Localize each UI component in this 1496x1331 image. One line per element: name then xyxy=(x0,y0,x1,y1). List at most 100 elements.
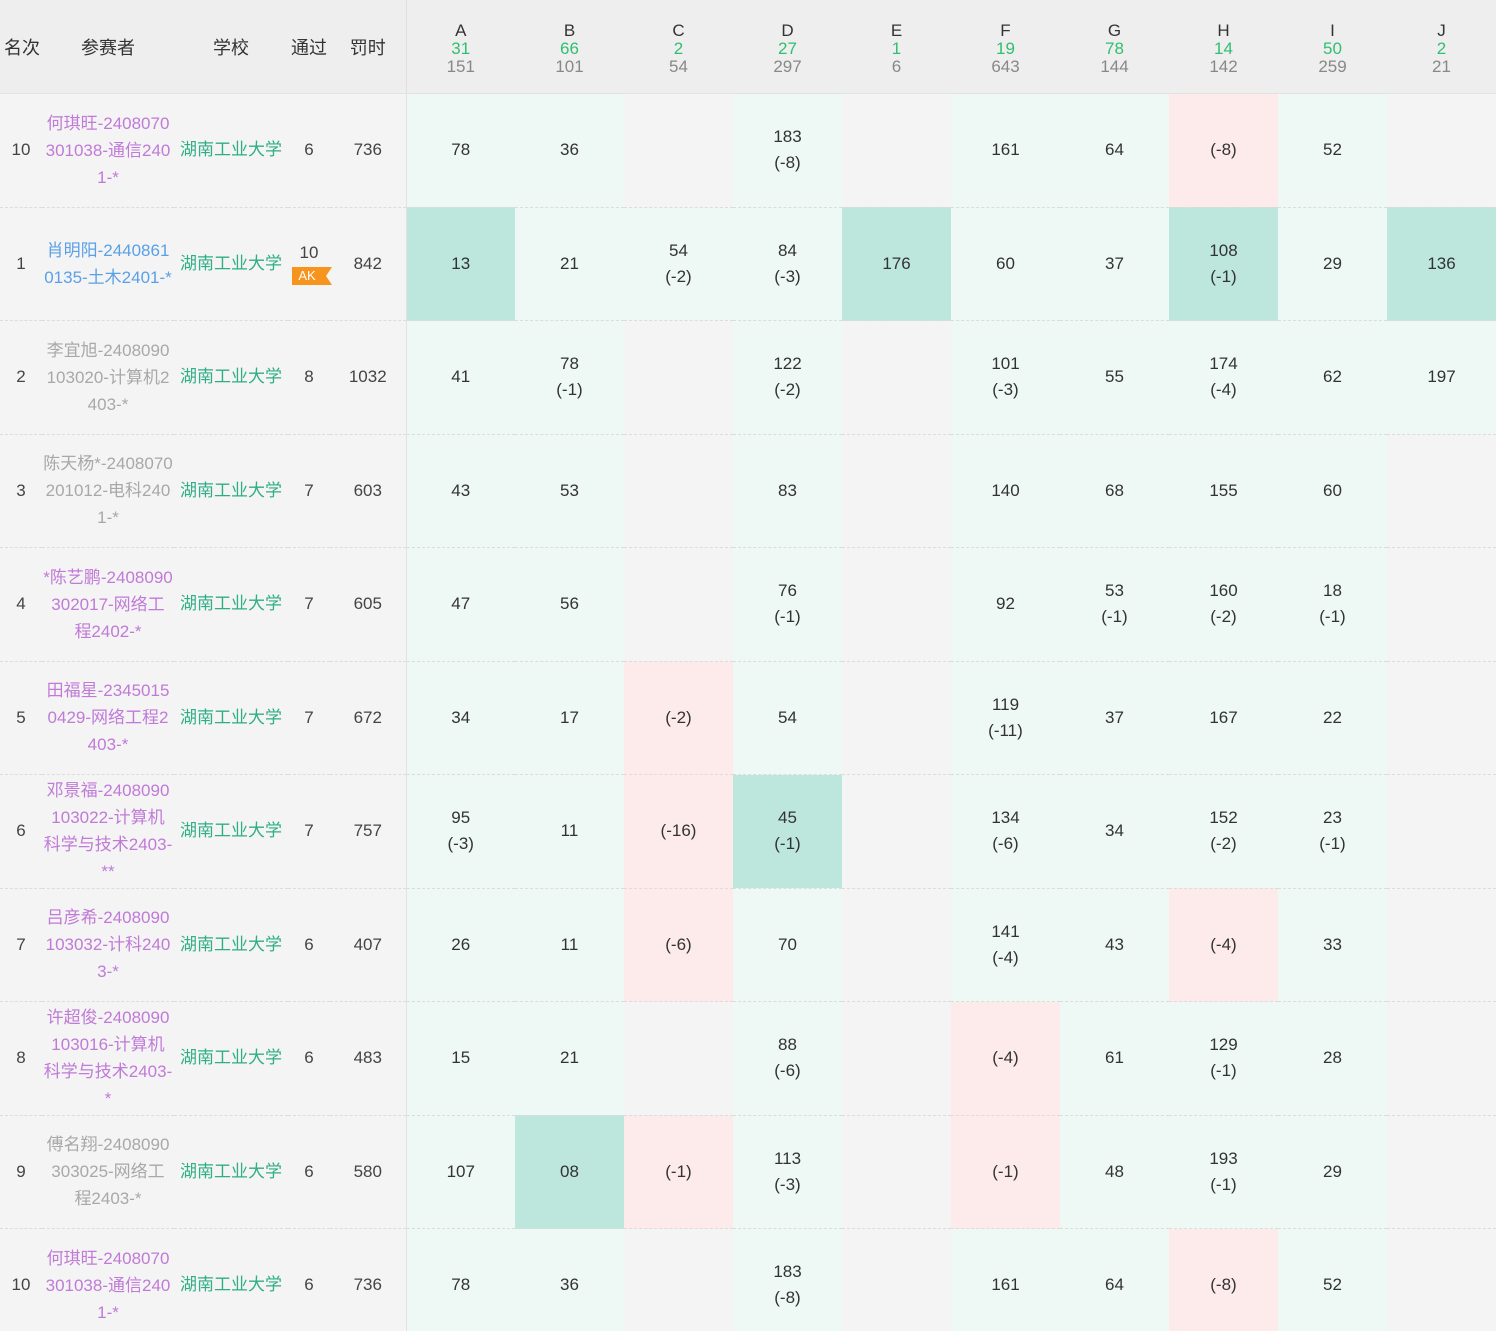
problem-cell-a[interactable]: 41 xyxy=(405,320,515,435)
problem-cell-b[interactable]: 56 xyxy=(515,547,624,662)
problem-cell-g[interactable]: 53 (-1) xyxy=(1060,547,1169,662)
participant-name[interactable]: 肖明阳-24408610135-土木2401-* xyxy=(42,207,174,321)
problem-cell-c[interactable]: 54 (-2) xyxy=(624,207,733,321)
problem-cell-d[interactable]: 54 xyxy=(733,661,842,775)
participant-name[interactable]: 傅名翔-2408090303025-网络工程2403-* xyxy=(42,1115,174,1229)
problem-cell-j[interactable] xyxy=(1387,93,1496,208)
problem-cell-f[interactable]: 60 xyxy=(951,207,1060,321)
problem-cell-j[interactable] xyxy=(1387,434,1496,548)
problem-header-i[interactable]: I 50 259 xyxy=(1278,0,1387,94)
problem-cell-g[interactable]: 61 xyxy=(1060,1001,1169,1116)
problem-cell-a[interactable]: 26 xyxy=(405,888,515,1002)
problem-cell-e[interactable] xyxy=(842,774,951,889)
header-rank[interactable]: 名次 xyxy=(0,0,42,94)
problem-cell-f[interactable]: (-1) xyxy=(951,1115,1060,1229)
problem-cell-b[interactable]: 21 xyxy=(515,207,624,321)
problem-cell-c[interactable]: (-2) xyxy=(624,661,733,775)
problem-cell-d[interactable]: 88 (-6) xyxy=(733,1001,842,1116)
participant-name[interactable]: 田福星-23450150429-网络工程2403-* xyxy=(42,661,174,775)
problem-cell-f[interactable]: 140 xyxy=(951,434,1060,548)
problem-header-j[interactable]: J 2 21 xyxy=(1387,0,1496,94)
participant-name[interactable]: 何琪旺-2408070301038-通信2401-* xyxy=(42,93,174,208)
problem-cell-j[interactable] xyxy=(1387,547,1496,662)
problem-cell-j[interactable]: 197 xyxy=(1387,320,1496,435)
problem-cell-g[interactable]: 37 xyxy=(1060,207,1169,321)
problem-cell-c[interactable] xyxy=(624,320,733,435)
problem-cell-i[interactable]: 33 xyxy=(1278,888,1387,1002)
problem-cell-b[interactable]: 78 (-1) xyxy=(515,320,624,435)
participant-name[interactable]: 邓景福-2408090103022-计算机科学与技术2403-** xyxy=(42,774,174,889)
problem-cell-g[interactable]: 34 xyxy=(1060,774,1169,889)
problem-cell-e[interactable] xyxy=(842,93,951,208)
problem-cell-e[interactable] xyxy=(842,661,951,775)
problem-cell-j[interactable] xyxy=(1387,774,1496,889)
problem-cell-e[interactable] xyxy=(842,1228,951,1331)
problem-cell-c[interactable] xyxy=(624,1228,733,1331)
participant-name[interactable]: 李宜旭-2408090103020-计算机2403-* xyxy=(42,320,174,435)
problem-cell-e[interactable] xyxy=(842,888,951,1002)
problem-cell-a[interactable]: 47 xyxy=(405,547,515,662)
problem-cell-i[interactable]: 62 xyxy=(1278,320,1387,435)
problem-header-f[interactable]: F 19 643 xyxy=(951,0,1060,94)
problem-cell-i[interactable]: 60 xyxy=(1278,434,1387,548)
problem-cell-f[interactable]: 92 xyxy=(951,547,1060,662)
problem-cell-h[interactable]: (-8) xyxy=(1169,93,1278,208)
problem-cell-g[interactable]: 64 xyxy=(1060,1228,1169,1331)
problem-cell-i[interactable]: 23 (-1) xyxy=(1278,774,1387,889)
problem-cell-h[interactable]: 174 (-4) xyxy=(1169,320,1278,435)
problem-cell-e[interactable] xyxy=(842,547,951,662)
participant-name[interactable]: 许超俊-2408090103016-计算机科学与技术2403-* xyxy=(42,1001,174,1116)
problem-cell-c[interactable] xyxy=(624,434,733,548)
problem-cell-b[interactable]: 17 xyxy=(515,661,624,775)
participant-name[interactable]: 何琪旺-2408070301038-通信2401-* xyxy=(42,1228,174,1331)
problem-cell-g[interactable]: 68 xyxy=(1060,434,1169,548)
problem-cell-g[interactable]: 55 xyxy=(1060,320,1169,435)
problem-cell-f[interactable]: 134 (-6) xyxy=(951,774,1060,889)
problem-cell-g[interactable]: 48 xyxy=(1060,1115,1169,1229)
problem-cell-a[interactable]: 78 xyxy=(405,93,515,208)
problem-cell-a[interactable]: 15 xyxy=(405,1001,515,1116)
problem-cell-h[interactable]: 108 (-1) xyxy=(1169,207,1278,321)
problem-header-a[interactable]: A 31 151 xyxy=(405,0,515,94)
problem-cell-i[interactable]: 29 xyxy=(1278,1115,1387,1229)
problem-cell-e[interactable]: 176 xyxy=(842,207,951,321)
problem-cell-j[interactable] xyxy=(1387,1115,1496,1229)
problem-header-e[interactable]: E16 xyxy=(842,0,951,94)
problem-cell-f[interactable]: 141 (-4) xyxy=(951,888,1060,1002)
problem-cell-h[interactable]: (-4) xyxy=(1169,888,1278,1002)
problem-cell-f[interactable]: 161 xyxy=(951,1228,1060,1331)
problem-cell-c[interactable] xyxy=(624,93,733,208)
problem-cell-j[interactable] xyxy=(1387,1228,1496,1331)
problem-cell-d[interactable]: 113 (-3) xyxy=(733,1115,842,1229)
problem-cell-e[interactable] xyxy=(842,1001,951,1116)
problem-cell-e[interactable] xyxy=(842,1115,951,1229)
problem-cell-g[interactable]: 37 xyxy=(1060,661,1169,775)
problem-cell-g[interactable]: 43 xyxy=(1060,888,1169,1002)
problem-cell-d[interactable]: 84 (-3) xyxy=(733,207,842,321)
problem-cell-i[interactable]: 52 xyxy=(1278,1228,1387,1331)
problem-cell-i[interactable]: 28 xyxy=(1278,1001,1387,1116)
participant-name[interactable]: 陈天杨*-2408070201012-电科2401-* xyxy=(42,434,174,548)
problem-cell-f[interactable]: 101 (-3) xyxy=(951,320,1060,435)
problem-cell-h[interactable]: 193 (-1) xyxy=(1169,1115,1278,1229)
problem-cell-b[interactable]: 08 xyxy=(515,1115,624,1229)
problem-cell-j[interactable]: 136 xyxy=(1387,207,1496,321)
problem-cell-b[interactable]: 11 xyxy=(515,888,624,1002)
header-penalty[interactable]: 罚时 xyxy=(330,0,406,94)
problem-cell-e[interactable] xyxy=(842,320,951,435)
problem-cell-d[interactable]: 70 xyxy=(733,888,842,1002)
problem-cell-d[interactable]: 122 (-2) xyxy=(733,320,842,435)
problem-cell-a[interactable]: 95 (-3) xyxy=(405,774,515,889)
problem-header-g[interactable]: G 78 144 xyxy=(1060,0,1169,94)
problem-cell-d[interactable]: 76 (-1) xyxy=(733,547,842,662)
problem-cell-c[interactable]: (-6) xyxy=(624,888,733,1002)
problem-header-c[interactable]: C 2 54 xyxy=(624,0,733,94)
problem-cell-i[interactable]: 29 xyxy=(1278,207,1387,321)
problem-cell-a[interactable]: 43 xyxy=(405,434,515,548)
problem-cell-d[interactable]: 183 (-8) xyxy=(733,93,842,208)
problem-cell-f[interactable]: 161 xyxy=(951,93,1060,208)
problem-cell-h[interactable]: 167 xyxy=(1169,661,1278,775)
problem-cell-d[interactable]: 183 (-8) xyxy=(733,1228,842,1331)
problem-cell-b[interactable]: 21 xyxy=(515,1001,624,1116)
problem-cell-e[interactable] xyxy=(842,434,951,548)
